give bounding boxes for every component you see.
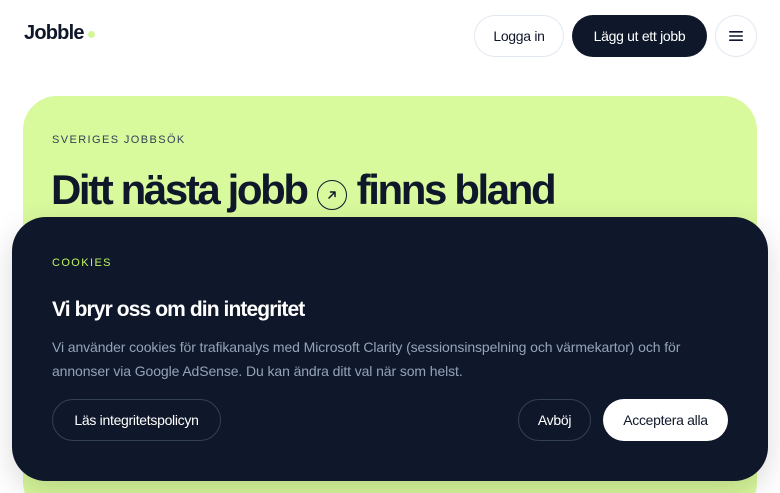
logo-dot-icon bbox=[87, 31, 95, 38]
logo[interactable]: Jobble bbox=[24, 22, 95, 45]
cookie-label: COOKIES bbox=[52, 257, 112, 269]
decline-button[interactable]: Avböj bbox=[518, 399, 591, 441]
accept-all-button[interactable]: Acceptera alla bbox=[603, 399, 728, 441]
hero-headline: Ditt nästa jobb finns bland bbox=[51, 166, 557, 214]
hamburger-menu-icon bbox=[729, 31, 743, 41]
privacy-policy-button[interactable]: Läs integritetspolicyn bbox=[52, 399, 221, 441]
cookie-banner: COOKIES Vi bryr oss om din integritet Vi… bbox=[12, 217, 768, 481]
login-button[interactable]: Logga in bbox=[474, 15, 564, 57]
hero-headline-part1: Ditt nästa jobb bbox=[51, 166, 309, 213]
page: Jobble Logga in Lägg ut ett jobb SVERIGE… bbox=[0, 0, 780, 493]
hero-eyebrow: SVERIGES JOBBSÖK bbox=[52, 134, 186, 146]
site-header: Jobble Logga in Lägg ut ett jobb bbox=[0, 0, 780, 72]
menu-button[interactable] bbox=[715, 15, 757, 57]
post-job-button[interactable]: Lägg ut ett jobb bbox=[572, 15, 707, 57]
cookie-title: Vi bryr oss om din integritet bbox=[52, 298, 305, 321]
hero-headline-part2: finns bland bbox=[356, 166, 557, 213]
cookie-description: Vi använder cookies för trafikanalys med… bbox=[52, 339, 681, 379]
logo-text: Jobble bbox=[24, 22, 84, 44]
arrow-up-right-icon bbox=[316, 180, 347, 210]
